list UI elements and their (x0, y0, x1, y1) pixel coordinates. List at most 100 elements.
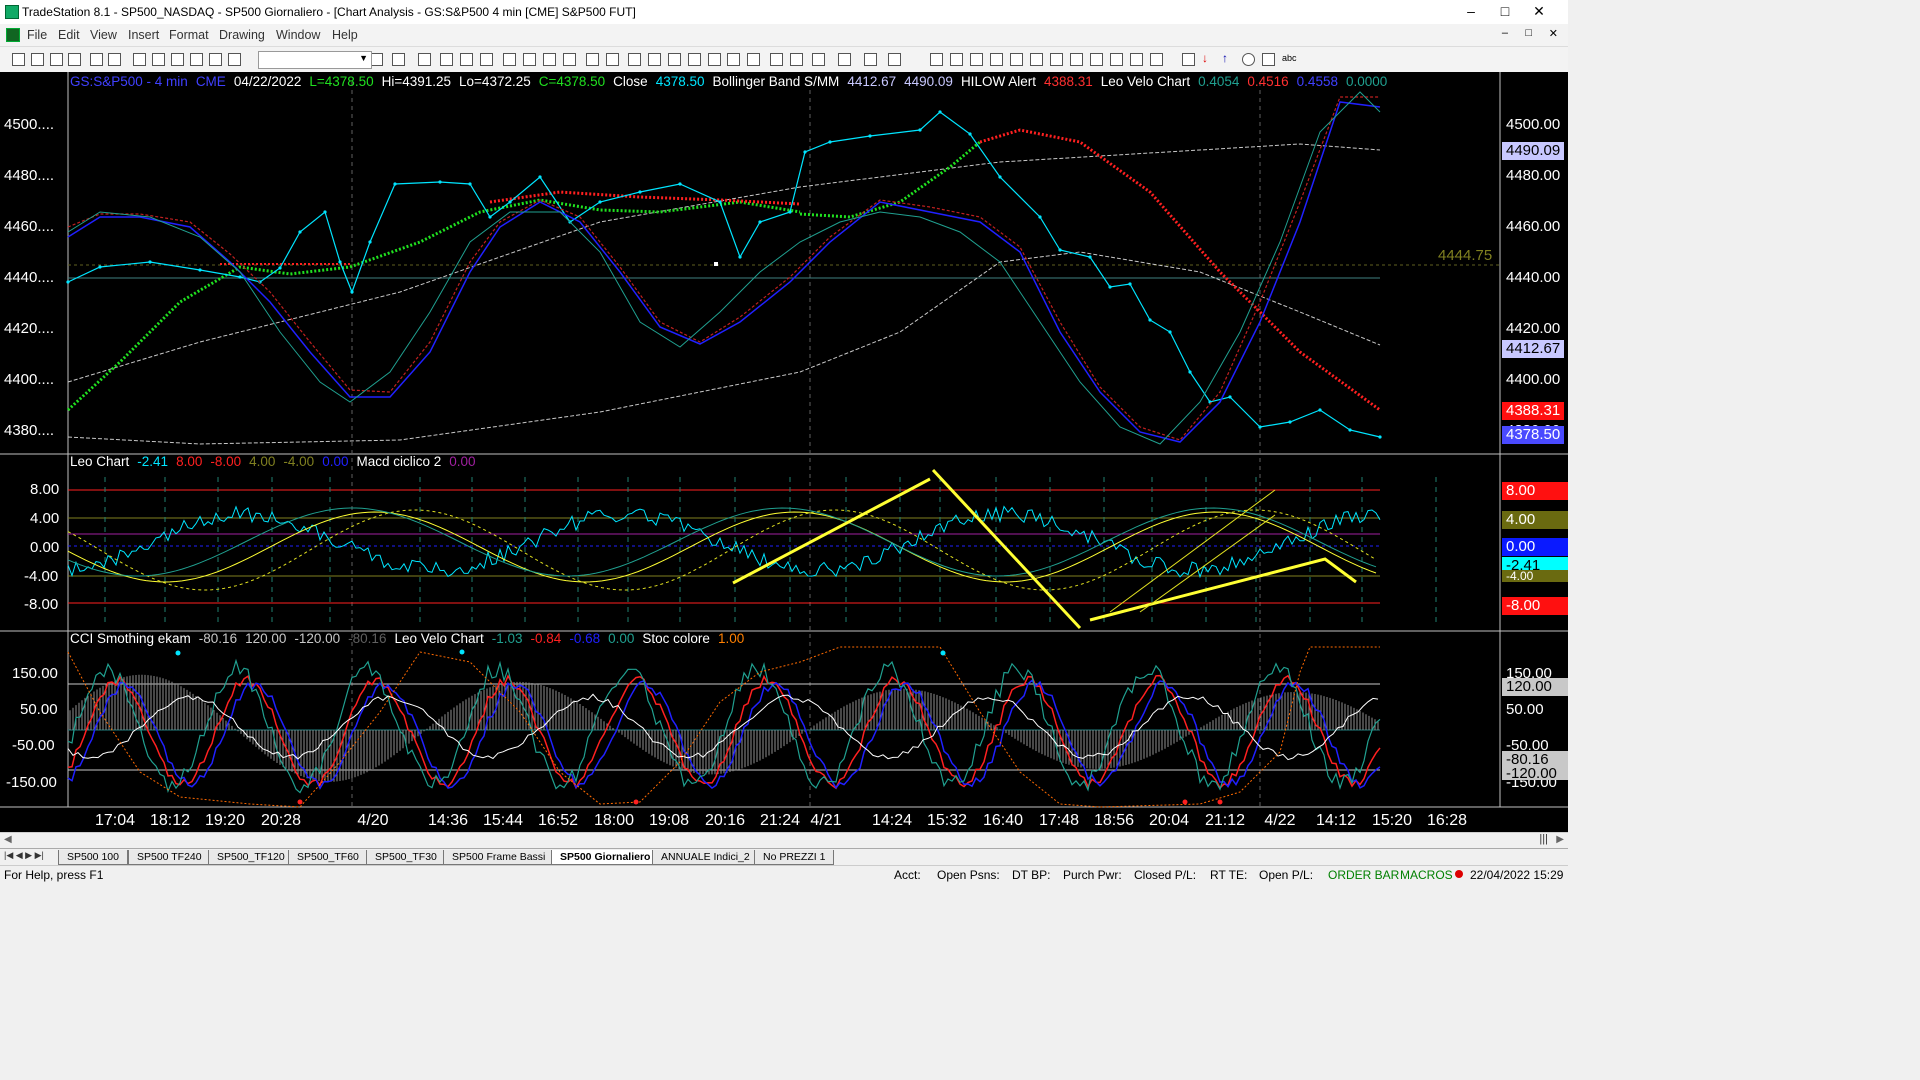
chevron-down-icon[interactable]: ▼ (359, 53, 368, 63)
tab-sp500-tf60[interactable]: SP500_TF60 (288, 850, 368, 865)
tab-sp500-giornaliero[interactable]: SP500 Giornaliero (551, 850, 660, 865)
lock-icon[interactable] (171, 53, 184, 66)
chart-analysis-window[interactable]: GS:S&P500 - 4 min CME 04/22/2022 L=4378.50 H… (0, 72, 1568, 832)
tab-sp500-tf120[interactable]: SP500_TF120 (208, 850, 294, 865)
copy-icon[interactable] (190, 53, 203, 66)
trendline-icon[interactable] (930, 53, 943, 66)
mdi-minimize-button[interactable]: – (1502, 27, 1508, 39)
leo-axis-label: -4.00 (24, 568, 59, 585)
grid-icon[interactable] (440, 53, 453, 66)
bar-icon[interactable] (460, 53, 473, 66)
trendline-thin-2 (1139, 514, 1276, 613)
tab-sp500-tf30[interactable]: SP500_TF30 (366, 850, 446, 865)
channel-icon[interactable] (970, 53, 983, 66)
down-arrow-icon[interactable]: ↓ (1202, 52, 1213, 64)
leo-legend-name: Leo Chart (70, 454, 130, 469)
save-all-icon[interactable] (68, 53, 81, 66)
pointer-icon[interactable] (838, 53, 851, 66)
paste-icon[interactable] (209, 53, 222, 66)
hammer-icon[interactable] (864, 53, 877, 66)
tab-sp500-100[interactable]: SP500 100 (58, 850, 128, 865)
fan-icon[interactable] (1130, 53, 1143, 66)
maximize-button[interactable]: □ (1488, 1, 1522, 21)
chart2-icon[interactable] (392, 53, 405, 66)
alert-icon[interactable] (708, 53, 721, 66)
refresh-icon[interactable] (133, 53, 146, 66)
window-icon[interactable] (418, 53, 431, 66)
menu-file[interactable]: File (27, 28, 47, 42)
tab-sp500-tf240[interactable]: SP500 TF240 (128, 850, 211, 865)
scroll-left-icon[interactable]: ◀ (4, 834, 12, 845)
tool1-icon[interactable] (727, 53, 740, 66)
cci-legend-v4: -80.16 (348, 631, 387, 646)
toolbar: ▶↓↑abc (0, 47, 1568, 73)
menu-help[interactable]: Help (332, 28, 358, 42)
tool2-icon[interactable] (747, 53, 760, 66)
speedline-icon[interactable] (1010, 53, 1023, 66)
menu-drawing[interactable]: Drawing (219, 28, 265, 42)
print-icon[interactable] (108, 53, 121, 66)
legend-close-field: C=4378.50 (538, 74, 606, 89)
matrix-icon[interactable] (606, 53, 619, 66)
chart-doc-icon (6, 28, 20, 42)
fib-icon[interactable] (950, 53, 963, 66)
close-button[interactable]: ✕ (1522, 1, 1556, 21)
zoom-out-icon[interactable] (790, 53, 803, 66)
cycle-icon[interactable] (1050, 53, 1063, 66)
text-abc-icon[interactable]: abc (1282, 53, 1297, 64)
andrews-icon[interactable] (1030, 53, 1043, 66)
chart-scrollbar[interactable]: ◀ ||| ▶ (0, 832, 1568, 849)
strategy-icon[interactable] (523, 53, 536, 66)
scroll-thumb[interactable]: ||| (1539, 833, 1548, 845)
status-order-bar[interactable]: ORDER BAR (1328, 868, 1399, 882)
status-macros[interactable]: MACROS (1400, 868, 1453, 882)
tab-nav-icons[interactable]: |◀ ◀ ▶ ▶| (4, 850, 44, 861)
workspace-combo[interactable]: ▼ (258, 51, 372, 69)
time-axis-label: 18:00 (593, 812, 635, 829)
options-icon[interactable] (628, 53, 641, 66)
arrow-icon[interactable] (1182, 53, 1195, 66)
menu-window[interactable]: Window (276, 28, 320, 42)
price-right-axis-label: 4500.00 (1506, 116, 1561, 133)
regression-icon[interactable] (1090, 53, 1103, 66)
scan-icon[interactable] (563, 53, 576, 66)
tab-no-prezzi[interactable]: No PREZZI 1 (754, 850, 835, 865)
bar2-icon[interactable] (480, 53, 493, 66)
cursor-icon[interactable] (812, 53, 825, 66)
news-icon[interactable] (688, 53, 701, 66)
cut-icon[interactable] (152, 53, 165, 66)
quote-icon[interactable] (648, 53, 661, 66)
zoom-in-icon[interactable] (770, 53, 783, 66)
print-preview-icon[interactable] (90, 53, 103, 66)
radar-icon[interactable] (586, 53, 599, 66)
drawing-icon[interactable] (543, 53, 556, 66)
ellipse-icon[interactable] (1242, 53, 1255, 66)
arc-icon[interactable] (1110, 53, 1123, 66)
menu-view[interactable]: View (90, 28, 117, 42)
scroll-right-icon[interactable]: ▶ (1556, 834, 1564, 845)
save-icon[interactable] (50, 53, 63, 66)
menu-format[interactable]: Format (169, 28, 209, 42)
gann-icon[interactable] (990, 53, 1003, 66)
tab-annuale-indici[interactable]: ANNUALE Indici_2 (652, 850, 759, 865)
text-tool-icon[interactable] (1150, 53, 1163, 66)
up-arrow-icon[interactable]: ↑ (1222, 52, 1233, 64)
mdi-close-button[interactable]: ✕ (1549, 27, 1558, 40)
legend-bb-v2: 4490.09 (904, 74, 953, 89)
mdi-restore-button[interactable]: □ (1525, 27, 1532, 39)
menu-edit[interactable]: Edit (58, 28, 80, 42)
menu-insert[interactable]: Insert (128, 28, 159, 42)
price-point (968, 132, 972, 136)
rectangle-icon[interactable] (1262, 53, 1275, 66)
tab-sp500-frame-bassi[interactable]: SP500 Frame Bassi (443, 850, 555, 865)
minimize-button[interactable]: – (1454, 1, 1488, 21)
pitchfork-icon[interactable] (1070, 53, 1083, 66)
workspace-icon[interactable] (888, 53, 901, 66)
time-icon[interactable] (668, 53, 681, 66)
chart-canvas[interactable] (0, 72, 1568, 832)
new-icon[interactable] (12, 53, 25, 66)
open-icon[interactable] (31, 53, 44, 66)
undo-icon[interactable] (228, 53, 241, 66)
time-axis-label: 4/20 (357, 812, 389, 829)
indicator-icon[interactable] (503, 53, 516, 66)
